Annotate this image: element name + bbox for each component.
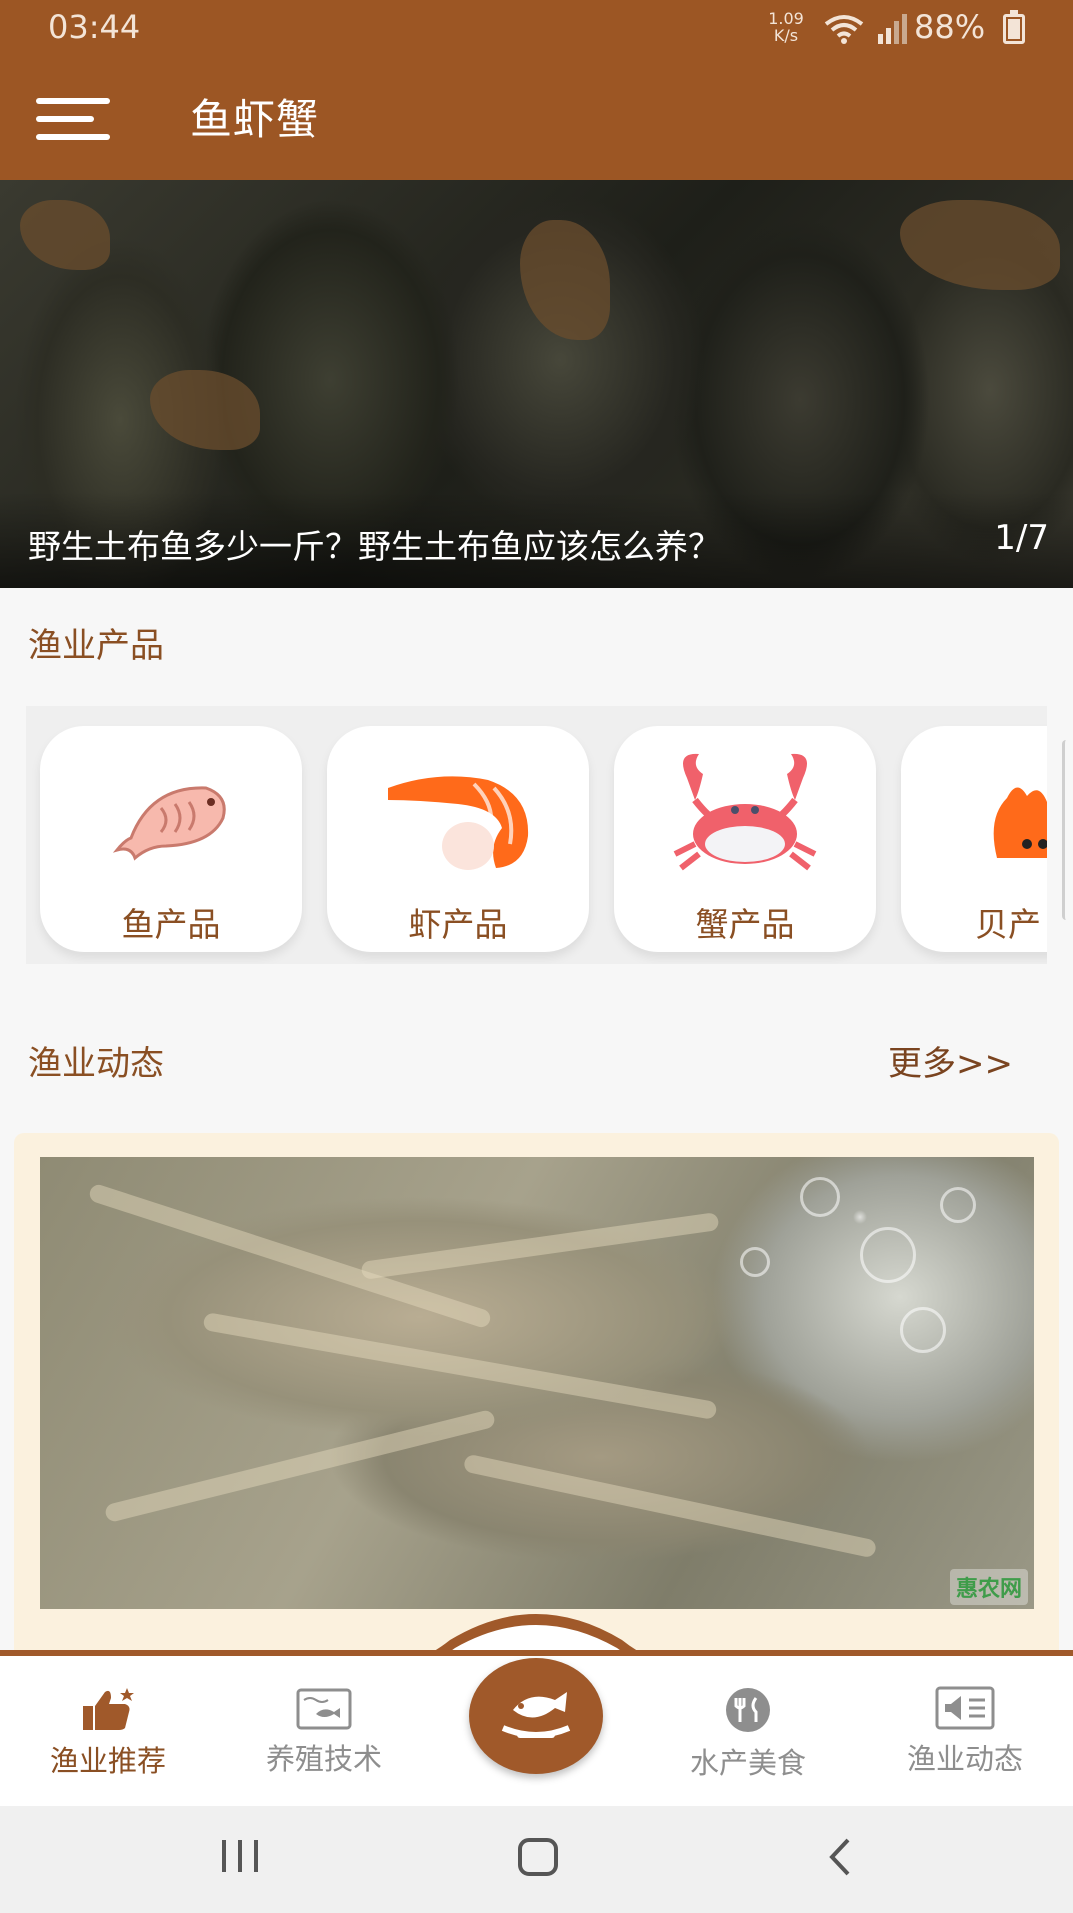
speaker-news-icon: [935, 1686, 995, 1730]
product-label: 蟹产品: [695, 905, 795, 944]
app-title: 鱼虾蟹: [190, 95, 320, 144]
products-section-title: 渔业产品: [28, 626, 164, 666]
nav-label: 养殖技术: [265, 1742, 382, 1776]
status-bar: 03:44 1.09 K/s 88%: [0, 0, 1073, 56]
nav-label: 水产美食: [689, 1746, 806, 1780]
product-card-crab[interactable]: 蟹产品: [614, 726, 876, 952]
scrollbar[interactable]: [1062, 740, 1070, 920]
net-speed-value: 1.09: [768, 9, 804, 28]
wifi-signal-icon: [824, 14, 907, 44]
products-carousel[interactable]: 鱼产品 虾产品 蟹产品 贝产: [26, 706, 1047, 964]
top-bar: 03:44 1.09 K/s 88% 鱼虾蟹: [0, 0, 1073, 180]
center-fish-dish-button[interactable]: [469, 1658, 603, 1774]
battery-charging-icon: [1003, 10, 1025, 44]
crab-icon: [673, 753, 817, 871]
product-label: 虾产品: [408, 905, 508, 944]
nav-label: 渔业推荐: [49, 1744, 166, 1778]
hamburger-menu-icon[interactable]: [36, 96, 110, 142]
product-card-shrimp[interactable]: 虾产品: [327, 726, 589, 952]
aquarium-icon: [296, 1688, 352, 1730]
dining-icon: [726, 1688, 770, 1732]
nav-seafood-cuisine[interactable]: 水产美食: [663, 1686, 833, 1782]
app-screen: 03:44 1.09 K/s 88% 鱼虾蟹 野生土布鱼多少一斤？野生土布鱼应该…: [0, 0, 1073, 1913]
fish-icon: [112, 786, 226, 861]
nav-label: 渔业动态: [906, 1742, 1023, 1776]
home-icon[interactable]: [516, 1836, 560, 1880]
battery-percent: 88%: [914, 8, 986, 46]
system-nav-bar: [0, 1806, 1073, 1913]
banner-caption[interactable]: 野生土布鱼多少一斤？野生土布鱼应该怎么养？: [28, 520, 721, 568]
nav-farming-tech[interactable]: 养殖技术: [239, 1686, 409, 1778]
product-label: 贝产: [975, 905, 1041, 944]
news-image[interactable]: 惠农网: [40, 1157, 1034, 1609]
nav-fishery-news[interactable]: 渔业动态: [880, 1686, 1050, 1778]
news-section-title: 渔业动态: [28, 1044, 164, 1084]
banner-page-indicator: 1/7: [994, 518, 1049, 558]
product-label: 鱼产品: [121, 905, 221, 944]
net-speed: 1.09 K/s: [764, 10, 808, 44]
back-icon[interactable]: [824, 1836, 854, 1878]
thumbs-up-icon: [83, 1688, 134, 1730]
shell-icon: [993, 787, 1047, 858]
recent-apps-icon[interactable]: [218, 1836, 262, 1876]
nav-recommend[interactable]: 渔业推荐: [23, 1686, 193, 1780]
product-card-fish[interactable]: 鱼产品: [40, 726, 302, 952]
net-speed-unit: K/s: [773, 26, 799, 45]
shrimp-icon: [388, 776, 529, 870]
more-news-link[interactable]: 更多>>: [888, 1036, 1013, 1085]
status-time: 03:44: [48, 8, 141, 46]
fish-dish-icon: [501, 1692, 571, 1738]
product-card-shell[interactable]: 贝产: [901, 726, 1047, 952]
